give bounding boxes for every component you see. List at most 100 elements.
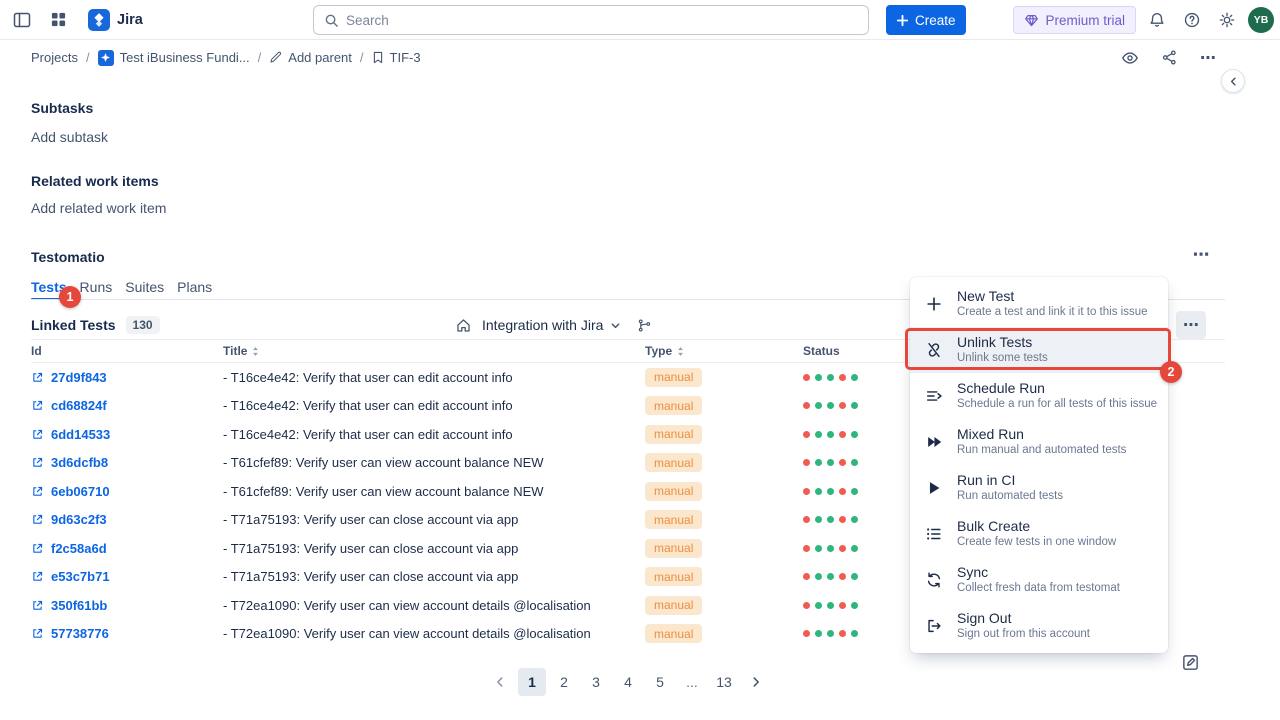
menu-item-schedule-run[interactable]: Schedule Run Schedule a run for all tests… bbox=[910, 373, 1168, 419]
page-button-5[interactable]: 5 bbox=[646, 668, 674, 696]
column-header-type[interactable]: Type bbox=[645, 344, 803, 358]
menu-item-sign-out[interactable]: Sign OutSign out from this account bbox=[910, 603, 1168, 649]
breadcrumb-projects[interactable]: Projects bbox=[31, 50, 78, 65]
tab-suites[interactable]: Suites bbox=[125, 279, 164, 299]
testomatio-heading: Testomatio bbox=[31, 249, 105, 265]
status-dot bbox=[851, 602, 858, 609]
status-dot bbox=[827, 488, 834, 495]
plus-icon bbox=[924, 295, 944, 313]
page-button-3[interactable]: 3 bbox=[582, 668, 610, 696]
share-icon[interactable] bbox=[1155, 44, 1183, 72]
linked-tests-more-button[interactable]: ⋯ bbox=[1176, 311, 1206, 339]
menu-item-title: Schedule Run bbox=[957, 381, 1157, 396]
top-navigation-bar: Jira Create Premium trial YB bbox=[0, 0, 1280, 40]
testomatio-more-icon[interactable]: ⋯ bbox=[1186, 243, 1216, 267]
menu-item-unlink-tests[interactable]: Unlink TestsUnlink some tests bbox=[910, 327, 1168, 373]
sync-icon bbox=[924, 571, 944, 589]
status-dot bbox=[851, 630, 858, 637]
test-id-link[interactable]: 9d63c2f3 bbox=[51, 512, 107, 527]
global-search[interactable] bbox=[313, 5, 869, 35]
settings-gear-icon[interactable] bbox=[1213, 6, 1241, 34]
status-dot bbox=[815, 374, 822, 381]
tab-plans[interactable]: Plans bbox=[177, 279, 212, 299]
test-id-link[interactable]: 27d9f843 bbox=[51, 370, 107, 385]
page-button-13[interactable]: 13 bbox=[710, 668, 738, 696]
status-dot bbox=[851, 488, 858, 495]
add-subtask-button[interactable]: Add subtask bbox=[31, 129, 108, 145]
jira-home-link[interactable]: Jira bbox=[88, 9, 143, 31]
external-link-icon bbox=[31, 627, 44, 640]
status-dot bbox=[839, 630, 846, 637]
status-dot bbox=[815, 516, 822, 523]
status-dot bbox=[851, 431, 858, 438]
menu-item-new-test[interactable]: New TestCreate a test and link it it to … bbox=[910, 281, 1168, 327]
column-header-id: Id bbox=[31, 344, 223, 358]
sidebar-toggle-button[interactable] bbox=[8, 6, 36, 34]
test-type-badge: manual bbox=[645, 539, 702, 558]
more-actions-icon[interactable]: ⋯ bbox=[1194, 44, 1222, 72]
test-type-badge: manual bbox=[645, 425, 702, 444]
status-dot bbox=[803, 602, 810, 609]
watch-eye-icon[interactable] bbox=[1116, 44, 1144, 72]
status-dot bbox=[815, 431, 822, 438]
menu-item-run-in-ci[interactable]: Run in CIRun automated tests bbox=[910, 465, 1168, 511]
user-avatar[interactable]: YB bbox=[1248, 7, 1274, 33]
notifications-bell-icon[interactable] bbox=[1143, 6, 1171, 34]
premium-trial-button[interactable]: Premium trial bbox=[1013, 6, 1136, 34]
compose-edit-icon[interactable] bbox=[1176, 648, 1204, 676]
tab-runs[interactable]: Runs bbox=[80, 279, 113, 299]
breadcrumb-project[interactable]: Test iBusiness Fundi... bbox=[98, 50, 250, 66]
menu-item-title: Unlink Tests bbox=[957, 335, 1048, 350]
menu-item-subtitle: Create few tests in one window bbox=[957, 536, 1116, 549]
test-id-link[interactable]: 6dd14533 bbox=[51, 427, 110, 442]
status-dot bbox=[815, 402, 822, 409]
test-id-link[interactable]: e53c7b71 bbox=[51, 569, 110, 584]
menu-item-title: Run in CI bbox=[957, 473, 1063, 488]
test-id-link[interactable]: f2c58a6d bbox=[51, 541, 107, 556]
page-button-2[interactable]: 2 bbox=[550, 668, 578, 696]
menu-item-bulk-create[interactable]: Bulk CreateCreate few tests in one windo… bbox=[910, 511, 1168, 557]
status-dot bbox=[815, 545, 822, 552]
test-id-link[interactable]: 350f61bb bbox=[51, 598, 107, 613]
test-title: - T72ea1090: Verify user can view accoun… bbox=[223, 626, 645, 641]
menu-item-title: New Test bbox=[957, 289, 1147, 304]
test-id-link[interactable]: 57738776 bbox=[51, 626, 109, 641]
add-parent-button[interactable]: Add parent bbox=[269, 50, 352, 65]
collapse-panel-button[interactable] bbox=[1221, 69, 1245, 93]
add-related-work-item-button[interactable]: Add related work item bbox=[31, 200, 166, 216]
jira-logo-icon bbox=[88, 9, 110, 31]
create-button[interactable]: Create bbox=[886, 5, 966, 35]
app-switcher-icon[interactable] bbox=[44, 6, 72, 34]
menu-item-subtitle: Schedule a run for all tests of this iss… bbox=[957, 398, 1157, 411]
column-header-title[interactable]: Title bbox=[223, 344, 645, 358]
menu-item-mixed-run[interactable]: Mixed RunRun manual and automated tests bbox=[910, 419, 1168, 465]
next-page-button[interactable] bbox=[742, 668, 770, 696]
issue-key-label: TIF-3 bbox=[390, 50, 421, 65]
external-link-icon bbox=[31, 599, 44, 612]
page-button-4[interactable]: 4 bbox=[614, 668, 642, 696]
previous-page-button[interactable] bbox=[486, 668, 514, 696]
status-dot bbox=[839, 459, 846, 466]
home-icon[interactable] bbox=[455, 317, 472, 334]
search-input[interactable] bbox=[346, 13, 858, 28]
status-dot bbox=[827, 516, 834, 523]
integration-dropdown[interactable]: Integration with Jira bbox=[482, 317, 621, 333]
test-title: - T72ea1090: Verify user can view accoun… bbox=[223, 598, 645, 613]
breadcrumb-issue-key[interactable]: TIF-3 bbox=[372, 50, 421, 65]
pagination: 12345...13 bbox=[31, 668, 1225, 696]
help-icon[interactable] bbox=[1178, 6, 1206, 34]
column-label: Type bbox=[645, 344, 672, 358]
test-type-badge: manual bbox=[645, 368, 702, 387]
test-id-link[interactable]: 3d6dcfb8 bbox=[51, 455, 108, 470]
create-label: Create bbox=[915, 13, 956, 28]
test-id-link[interactable]: 6eb06710 bbox=[51, 484, 110, 499]
status-dot bbox=[815, 488, 822, 495]
test-id-link[interactable]: cd68824f bbox=[51, 398, 107, 413]
menu-item-subtitle: Sign out from this account bbox=[957, 628, 1090, 641]
branch-icon[interactable] bbox=[637, 318, 652, 333]
menu-item-sync[interactable]: SyncCollect fresh data from testomat bbox=[910, 557, 1168, 603]
status-dot bbox=[839, 545, 846, 552]
unlink-icon bbox=[924, 341, 944, 359]
page-button-1[interactable]: 1 bbox=[518, 668, 546, 696]
status-dot bbox=[827, 374, 834, 381]
